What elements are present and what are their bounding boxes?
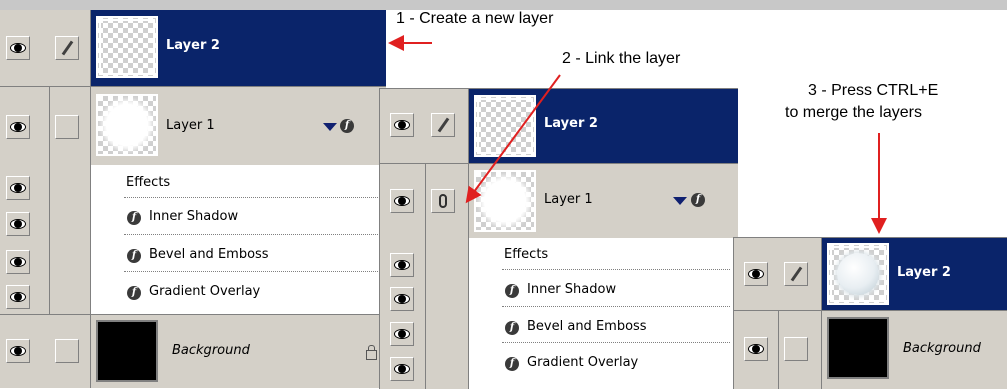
annotation-arrows [388,35,887,234]
arrow-step2 [465,74,561,204]
